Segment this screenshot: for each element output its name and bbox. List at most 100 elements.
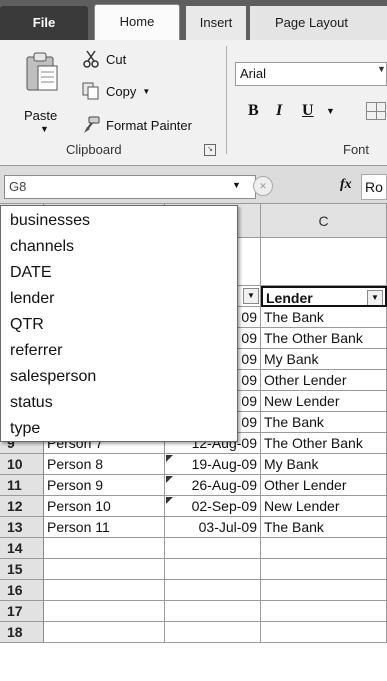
cell[interactable]: Other Lender xyxy=(261,475,387,496)
row-header[interactable]: 12 xyxy=(0,496,44,517)
cell[interactable] xyxy=(44,538,165,559)
font-group-label: Font xyxy=(343,142,370,157)
formula-input[interactable]: Ro xyxy=(361,174,387,200)
dropdown-item[interactable]: lender xyxy=(10,286,54,312)
cell-value: 02-Sep-09 xyxy=(191,498,257,514)
chevron-down-icon[interactable]: ▼ xyxy=(326,106,335,116)
cell[interactable] xyxy=(261,559,387,580)
error-indicator-icon[interactable] xyxy=(166,455,173,462)
table-row: 10 Person 8 19-Aug-09 My Bank xyxy=(0,454,387,475)
cell[interactable] xyxy=(165,538,261,559)
cell[interactable] xyxy=(44,559,165,580)
cell[interactable]: 26-Aug-09 xyxy=(165,475,261,496)
cell[interactable]: The Bank xyxy=(261,517,387,538)
cell[interactable] xyxy=(44,601,165,622)
ribbon: Paste ▼ Cut Copy ▼ Format Painter Clipbo… xyxy=(0,40,387,166)
dropdown-item[interactable]: QTR xyxy=(10,312,44,338)
cell[interactable]: The Bank xyxy=(261,412,387,433)
copy-button[interactable]: Copy ▼ xyxy=(82,82,150,100)
cell[interactable] xyxy=(261,601,387,622)
name-box[interactable]: G8 xyxy=(4,175,256,199)
chevron-down-icon[interactable]: ▼ xyxy=(377,64,386,74)
row-header[interactable]: 14 xyxy=(0,538,44,559)
clipboard-group-label: Clipboard xyxy=(66,142,122,157)
cell[interactable] xyxy=(165,622,261,643)
cell[interactable]: Other Lender xyxy=(261,370,387,391)
cell[interactable]: Person 11 xyxy=(44,517,165,538)
cell[interactable] xyxy=(44,622,165,643)
cell[interactable] xyxy=(165,559,261,580)
clipboard-icon[interactable] xyxy=(26,52,58,92)
cell[interactable] xyxy=(261,538,387,559)
chevron-down-icon[interactable]: ▼ xyxy=(142,87,150,96)
dialog-launcher-icon[interactable]: ↘ xyxy=(204,144,216,156)
cell[interactable]: My Bank xyxy=(261,349,387,370)
tab-file[interactable]: File xyxy=(0,6,88,40)
cell[interactable]: Person 8 xyxy=(44,454,165,475)
bold-button[interactable]: B xyxy=(248,102,259,120)
dropdown-item[interactable]: DATE xyxy=(10,260,51,286)
cell-value: 26-Aug-09 xyxy=(191,477,257,493)
chevron-down-icon[interactable]: ▼ xyxy=(40,124,49,134)
underline-button[interactable]: U xyxy=(302,102,314,120)
cell[interactable]: 19-Aug-09 xyxy=(165,454,261,475)
scissors-icon xyxy=(83,50,99,68)
dropdown-item[interactable]: channels xyxy=(10,234,74,260)
cell[interactable] xyxy=(261,238,387,286)
table-row: 17 xyxy=(0,601,387,622)
cell[interactable] xyxy=(44,580,165,601)
dropdown-item[interactable]: referrer xyxy=(10,338,62,364)
name-box-dropdown: businesses channels DATE lender QTR refe… xyxy=(0,205,238,442)
table-row: 14 xyxy=(0,538,387,559)
cell[interactable] xyxy=(261,622,387,643)
cell[interactable]: The Bank xyxy=(261,307,387,328)
row-header[interactable]: 15 xyxy=(0,559,44,580)
table-row: 11 Person 9 26-Aug-09 Other Lender xyxy=(0,475,387,496)
cell[interactable]: 03-Jul-09 xyxy=(165,517,261,538)
cut-button[interactable]: Cut xyxy=(82,50,126,68)
row-header[interactable]: 16 xyxy=(0,580,44,601)
tab-page-layout[interactable]: Page Layout xyxy=(250,6,387,40)
cell[interactable]: 02-Sep-09 xyxy=(165,496,261,517)
header-cell-lender[interactable]: Lender ▼ xyxy=(261,286,387,307)
cell[interactable] xyxy=(165,601,261,622)
filter-dropdown-icon[interactable]: ▼ xyxy=(367,290,383,305)
borders-icon[interactable] xyxy=(366,102,386,120)
error-indicator-icon[interactable] xyxy=(166,476,173,483)
cell[interactable]: New Lender xyxy=(261,391,387,412)
tab-home[interactable]: Home xyxy=(94,4,180,41)
table-row: 12 Person 10 02-Sep-09 New Lender xyxy=(0,496,387,517)
cell[interactable]: The Other Bank xyxy=(261,328,387,349)
format-painter-button[interactable]: Format Painter xyxy=(82,116,192,134)
row-header[interactable]: 13 xyxy=(0,517,44,538)
cell[interactable]: Person 10 xyxy=(44,496,165,517)
dropdown-item[interactable]: salesperson xyxy=(10,364,96,390)
cell[interactable]: My Bank xyxy=(261,454,387,475)
cancel-icon[interactable]: ✕ xyxy=(253,176,273,196)
chevron-down-icon[interactable]: ▼ xyxy=(232,180,241,190)
table-row: 13 Person 11 03-Jul-09 The Bank xyxy=(0,517,387,538)
cell[interactable] xyxy=(261,580,387,601)
formula-bar: G8 ▼ ✕ fx Ro xyxy=(0,166,387,204)
cell[interactable]: New Lender xyxy=(261,496,387,517)
cell[interactable] xyxy=(165,580,261,601)
row-header[interactable]: 17 xyxy=(0,601,44,622)
filter-dropdown-icon[interactable]: ▼ xyxy=(243,288,259,304)
paste-button[interactable]: Paste xyxy=(24,108,57,123)
dropdown-item[interactable]: type xyxy=(10,416,40,442)
dropdown-item[interactable]: status xyxy=(10,390,53,416)
dropdown-item[interactable]: businesses xyxy=(10,208,90,234)
group-divider xyxy=(226,46,227,154)
italic-button[interactable]: I xyxy=(276,102,282,120)
tab-insert[interactable]: Insert xyxy=(186,6,246,40)
cell[interactable]: Person 9 xyxy=(44,475,165,496)
row-header[interactable]: 10 xyxy=(0,454,44,475)
cell[interactable]: The Other Bank xyxy=(261,433,387,454)
column-header-c[interactable]: C xyxy=(261,204,387,238)
insert-function-button[interactable]: fx xyxy=(340,177,352,193)
error-indicator-icon[interactable] xyxy=(166,497,173,504)
table-row: 16 xyxy=(0,580,387,601)
row-header[interactable]: 11 xyxy=(0,475,44,496)
row-header[interactable]: 18 xyxy=(0,622,44,643)
font-family-select[interactable]: Arial xyxy=(235,62,387,86)
